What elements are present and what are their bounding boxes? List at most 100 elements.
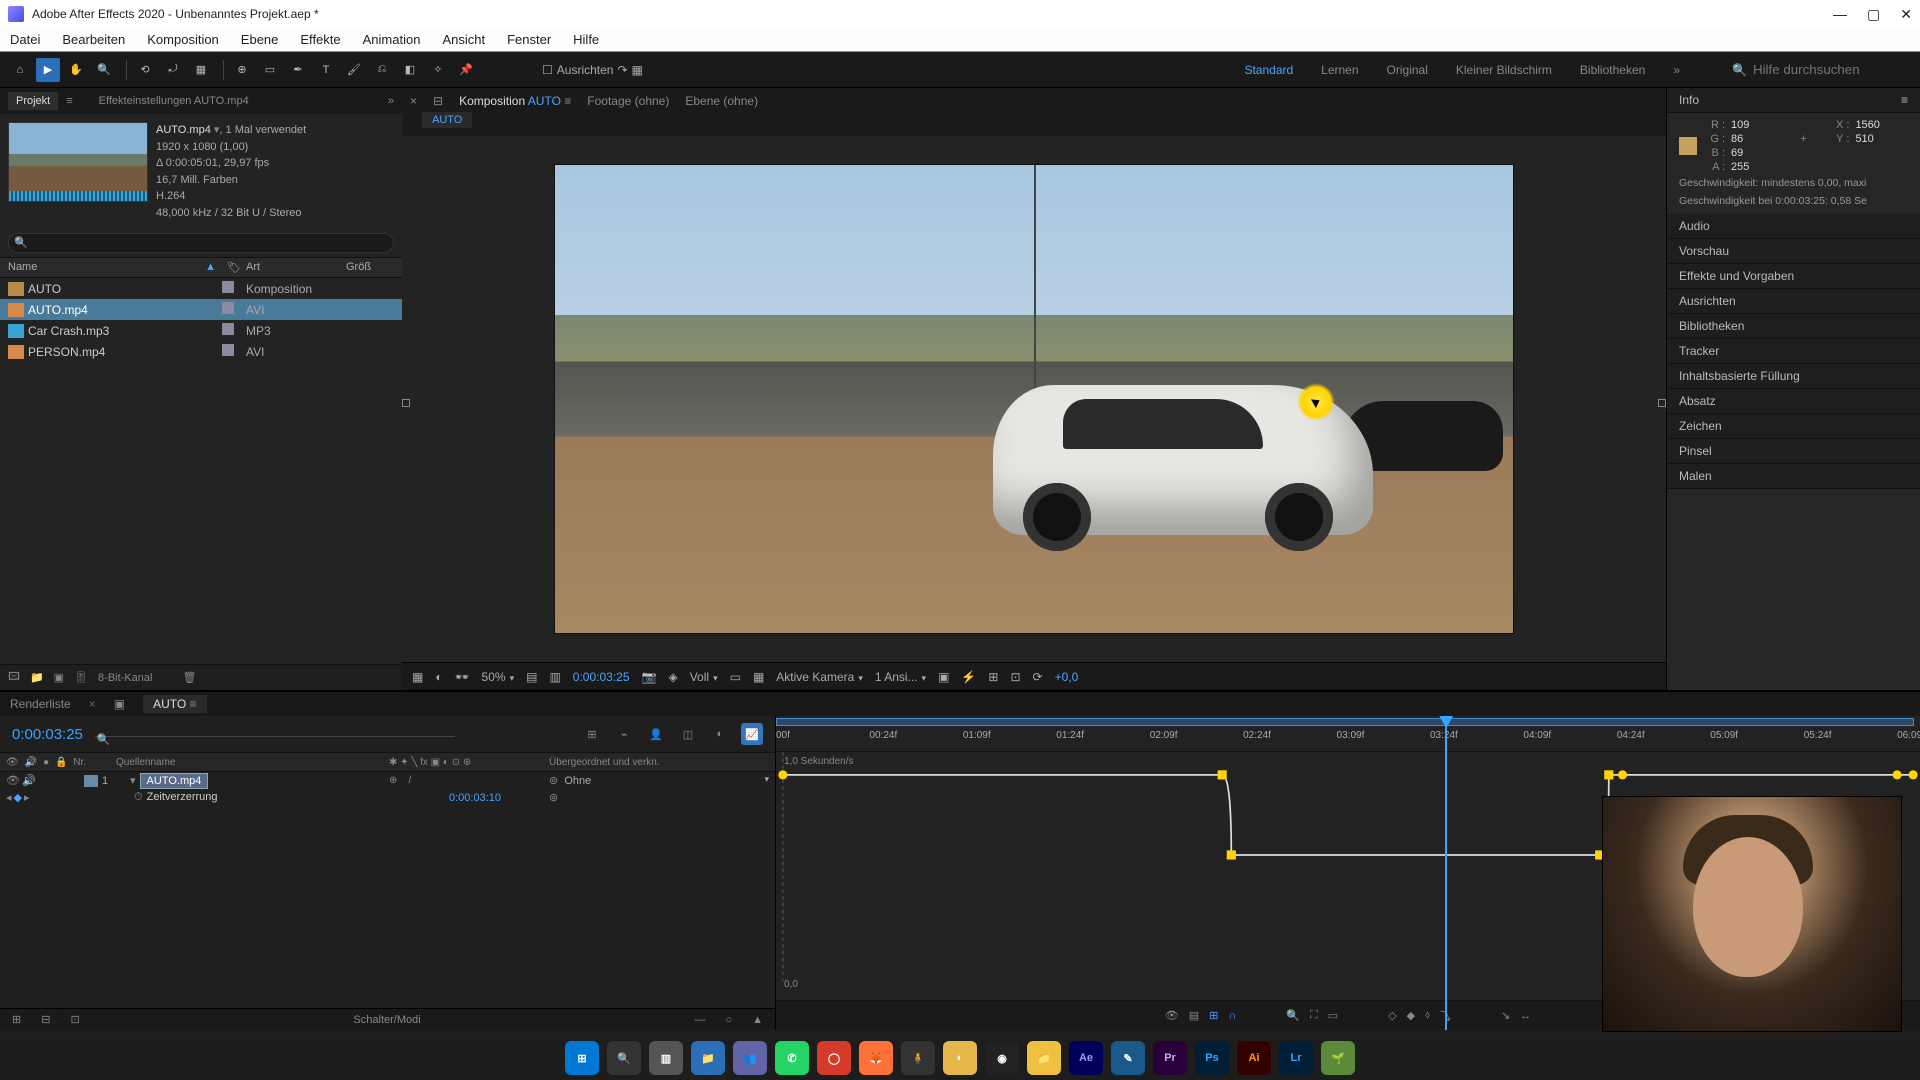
header-name[interactable]: Name	[8, 261, 205, 274]
comp-mini-flowchart-icon[interactable]: ⊞	[581, 723, 603, 745]
channel-icon[interactable]: ◐	[435, 670, 442, 684]
property-value[interactable]: 0:00:03:10	[449, 792, 501, 804]
selection-tool-icon[interactable]: ▶	[36, 58, 60, 82]
zoom-slider[interactable]: ○	[725, 1014, 732, 1026]
eye-graph-icon[interactable]: 👁	[1165, 1009, 1179, 1022]
label-color[interactable]	[84, 775, 98, 787]
expression-pickwhip-icon[interactable]: ⊚	[549, 792, 558, 804]
unified-camera-icon[interactable]: ▦	[189, 58, 213, 82]
stamp-tool-icon[interactable]: ⎌	[370, 58, 394, 82]
property-name[interactable]: Zeitverzerrung	[147, 791, 218, 803]
header-art[interactable]: Art	[246, 261, 346, 274]
grid-icon[interactable]: ▤	[526, 670, 537, 684]
col-nr[interactable]: Nr.	[73, 757, 86, 768]
trash-icon[interactable]: 🗑	[182, 671, 196, 684]
exposure-value[interactable]: +0,0	[1055, 670, 1079, 684]
task-view-icon[interactable]: ▥	[649, 1041, 683, 1075]
work-area-bar[interactable]	[776, 718, 1914, 726]
prev-keyframe-icon[interactable]: ◂	[6, 791, 12, 804]
comp-flow-icon[interactable]: ⊟	[433, 94, 443, 108]
toggle-switches-icon[interactable]: ⊞	[12, 1013, 21, 1026]
after-effects-icon[interactable]: Ae	[1069, 1041, 1103, 1075]
project-row[interactable]: Car Crash.mp3 MP3	[0, 320, 402, 341]
panel-malen[interactable]: Malen	[1667, 464, 1920, 489]
label-swatch[interactable]	[222, 302, 234, 314]
premiere-icon[interactable]: Pr	[1153, 1041, 1187, 1075]
panel-effekte[interactable]: Effekte und Vorgaben	[1667, 264, 1920, 289]
draft3d-icon[interactable]: ⌁	[613, 723, 635, 745]
col-quellenname[interactable]: Quellenname	[116, 757, 389, 768]
panel-inhalt[interactable]: Inhaltsbasierte Füllung	[1667, 364, 1920, 389]
panel-tracker[interactable]: Tracker	[1667, 339, 1920, 364]
mask-icon[interactable]: 👓	[455, 670, 470, 684]
snap-options-icon[interactable]: ↷	[617, 63, 627, 77]
transparency-icon[interactable]: ▦	[753, 670, 764, 684]
panel-vorschau[interactable]: Vorschau	[1667, 239, 1920, 264]
tab-ebene[interactable]: Ebene (ohne)	[685, 94, 758, 108]
twirl-icon[interactable]: ▾	[130, 775, 136, 787]
tab-timeline-comp[interactable]: AUTO ≡	[143, 695, 206, 713]
panel-info-header[interactable]: Info≡	[1667, 88, 1920, 113]
app-red-icon[interactable]: ◯	[817, 1041, 851, 1075]
project-row[interactable]: PERSON.mp4 AVI	[0, 341, 402, 362]
easy-ease-icon[interactable]: ↔	[1520, 1010, 1531, 1022]
puppet-tool-icon[interactable]: 📌	[454, 58, 478, 82]
new-comp-icon[interactable]: ▣	[54, 671, 64, 684]
eraser-tool-icon[interactable]: ◧	[398, 58, 422, 82]
menu-hilfe[interactable]: Hilfe	[573, 32, 599, 47]
timeline-ruler[interactable]: 00f00:24f01:09f01:24f02:09f02:24f03:09f0…	[776, 716, 1920, 752]
tab-footage[interactable]: Footage (ohne)	[587, 94, 669, 108]
frame-blend-icon[interactable]: ◫	[677, 723, 699, 745]
snap-grid-icon[interactable]: ▦	[632, 63, 643, 77]
tab-komposition[interactable]: Komposition AUTO ≡	[459, 94, 571, 108]
auto-zoom-icon[interactable]: ∩	[1228, 1010, 1236, 1022]
new-folder-icon[interactable]: 📁	[30, 671, 44, 684]
workspace-more-icon[interactable]: »	[1673, 63, 1680, 77]
label-swatch[interactable]	[222, 344, 234, 356]
timeline-search[interactable]: 🔍	[95, 732, 455, 737]
parent-dropdown[interactable]: Ohne	[564, 775, 591, 787]
sort-indicator-icon[interactable]: ▲	[205, 261, 216, 274]
shy-icon[interactable]: 👤	[645, 723, 667, 745]
timeline-timecode[interactable]: 0:00:03:25	[12, 726, 83, 743]
workspace-standard[interactable]: Standard	[1244, 63, 1293, 77]
snap-graph-icon[interactable]: ⊞	[1209, 1009, 1218, 1022]
camera-dropdown[interactable]: Aktive Kamera▾	[776, 670, 863, 684]
menu-datei[interactable]: Datei	[10, 32, 40, 47]
rect-tool-icon[interactable]: ▭	[258, 58, 282, 82]
graph-type-icon[interactable]: ▤	[1189, 1009, 1199, 1022]
timeline-property-zeitverzerrung[interactable]: ◂◆▸ ⏱Zeitverzerrung 0:00:03:10 ⊚	[0, 789, 775, 806]
tab-projekt[interactable]: Projekt	[8, 92, 58, 110]
menu-effekte[interactable]: Effekte	[300, 32, 340, 47]
app-green-icon[interactable]: 🌱	[1321, 1041, 1355, 1075]
project-row[interactable]: AUTO.mp4 AVI	[0, 299, 402, 320]
comp-mini-icon[interactable]: ▣	[114, 697, 125, 711]
stopwatch-icon[interactable]: ⏱	[134, 791, 143, 803]
menu-komposition[interactable]: Komposition	[147, 32, 219, 47]
easy-ease-in-icon[interactable]: ↘	[1501, 1009, 1510, 1022]
viewer-timecode[interactable]: 0:00:03:25	[573, 670, 630, 684]
asset-thumbnail[interactable]	[8, 122, 148, 202]
menu-ansicht[interactable]: Ansicht	[442, 32, 485, 47]
show-snapshot-icon[interactable]: ◈	[668, 670, 677, 684]
fast-preview-icon[interactable]: ⚡	[961, 670, 976, 684]
viewer-left-handle[interactable]	[402, 399, 410, 407]
pickwhip-icon[interactable]: ⊚	[549, 775, 558, 787]
menu-fenster[interactable]: Fenster	[507, 32, 551, 47]
next-keyframe-icon[interactable]: ▸	[24, 791, 30, 804]
adjustment-icon[interactable]: 🎚	[74, 671, 88, 684]
bit-depth[interactable]: 8-Bit-Kanal	[98, 672, 152, 684]
label-swatch[interactable]	[222, 281, 234, 293]
panel-bibliotheken[interactable]: Bibliotheken	[1667, 314, 1920, 339]
zoom-out-icon[interactable]: —	[694, 1014, 705, 1026]
views-dropdown[interactable]: 1 Ansi...▾	[875, 670, 926, 684]
workspace-bibliotheken[interactable]: Bibliotheken	[1580, 63, 1645, 77]
explorer-icon[interactable]: 📁	[691, 1041, 725, 1075]
alpha-icon[interactable]: ▦	[412, 670, 423, 684]
fit-all-icon[interactable]: ▭	[1328, 1009, 1338, 1022]
panel-absatz[interactable]: Absatz	[1667, 389, 1920, 414]
schalter-modi-label[interactable]: Schalter/Modi	[353, 1014, 420, 1026]
composition-viewer[interactable]	[402, 136, 1666, 662]
panel-zeichen[interactable]: Zeichen	[1667, 414, 1920, 439]
reset-exposure-icon[interactable]: ⟳	[1033, 670, 1043, 684]
